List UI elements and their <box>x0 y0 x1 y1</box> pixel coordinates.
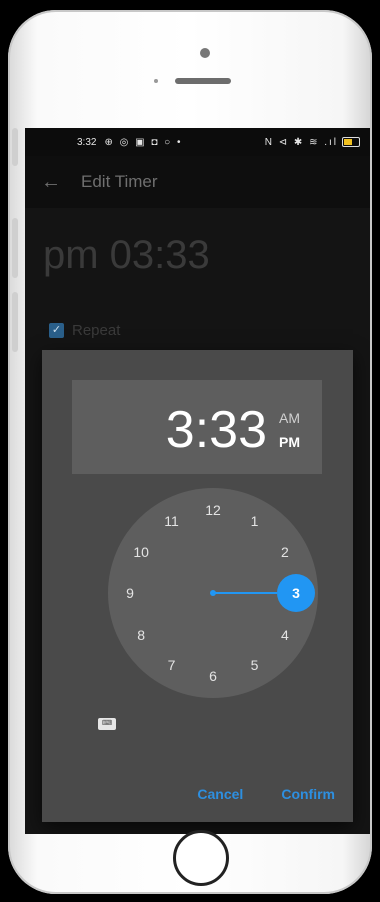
mute-switch <box>12 128 18 166</box>
clock-face[interactable]: 12 1 2 3 4 5 6 7 8 9 10 11 <box>108 488 318 698</box>
volume-up-button <box>12 218 18 278</box>
repeat-option[interactable]: ✓ Repeat <box>49 322 120 339</box>
repeat-label: Repeat <box>72 322 121 339</box>
clock-center <box>210 590 216 596</box>
time-picker-dialog: 3:33 AM PM 12 1 2 3 4 5 6 7 8 9 10 11 ⌨ Cancel Conf… <box>42 350 353 822</box>
dialog-actions: Cancel Confirm <box>197 786 335 802</box>
repeat-checkbox[interactable]: ✓ <box>49 323 64 338</box>
clock-number-5[interactable]: 5 <box>243 655 267 675</box>
phone-frame: 3:32 ⊕ ◎ ▣ ◘ ○ • N ⊲ ✱ ≋ .ıl ← Edit Time… <box>8 10 372 894</box>
selected-hour-3[interactable]: 3 <box>277 574 315 612</box>
sensor <box>154 79 158 83</box>
home-button[interactable] <box>173 830 229 886</box>
selected-time[interactable]: 3:33 <box>166 400 267 460</box>
confirm-button[interactable]: Confirm <box>281 786 335 802</box>
cancel-button[interactable]: Cancel <box>197 786 243 802</box>
clock-number-2[interactable]: 2 <box>273 542 297 562</box>
clock-number-1[interactable]: 1 <box>243 511 267 531</box>
earpiece-speaker <box>175 78 231 84</box>
page-title: Edit Timer <box>81 172 158 191</box>
back-arrow-icon[interactable]: ← <box>31 171 71 194</box>
app-bar: ← Edit Timer <box>25 156 370 208</box>
system-icons: N ⊲ ✱ ≋ .ıl <box>264 136 338 148</box>
pm-toggle[interactable]: PM <box>279 434 300 450</box>
battery-icon <box>342 137 360 147</box>
clock-number-10[interactable]: 10 <box>129 542 153 562</box>
clock-number-8[interactable]: 8 <box>129 625 153 645</box>
front-camera <box>200 48 210 58</box>
clock-number-6[interactable]: 6 <box>201 666 225 686</box>
clock-number-4[interactable]: 4 <box>273 625 297 645</box>
notification-icons: ⊕ ◎ ▣ ◘ ○ • <box>104 136 183 148</box>
keyboard-icon[interactable]: ⌨ <box>98 718 116 730</box>
clock-number-7[interactable]: 7 <box>160 655 184 675</box>
status-time: 3:32 <box>77 136 97 148</box>
timer-time-display[interactable]: pm 03:33 <box>43 233 210 278</box>
clock-number-12[interactable]: 12 <box>201 500 225 520</box>
am-toggle[interactable]: AM <box>279 410 300 426</box>
clock-number-9[interactable]: 9 <box>118 583 142 603</box>
clock-number-11[interactable]: 11 <box>160 511 184 531</box>
time-picker-header: 3:33 AM PM <box>72 380 322 474</box>
status-bar: 3:32 ⊕ ◎ ▣ ◘ ○ • N ⊲ ✱ ≋ .ıl <box>25 128 370 156</box>
screen: 3:32 ⊕ ◎ ▣ ◘ ○ • N ⊲ ✱ ≋ .ıl ← Edit Time… <box>25 128 370 834</box>
volume-down-button <box>12 292 18 352</box>
